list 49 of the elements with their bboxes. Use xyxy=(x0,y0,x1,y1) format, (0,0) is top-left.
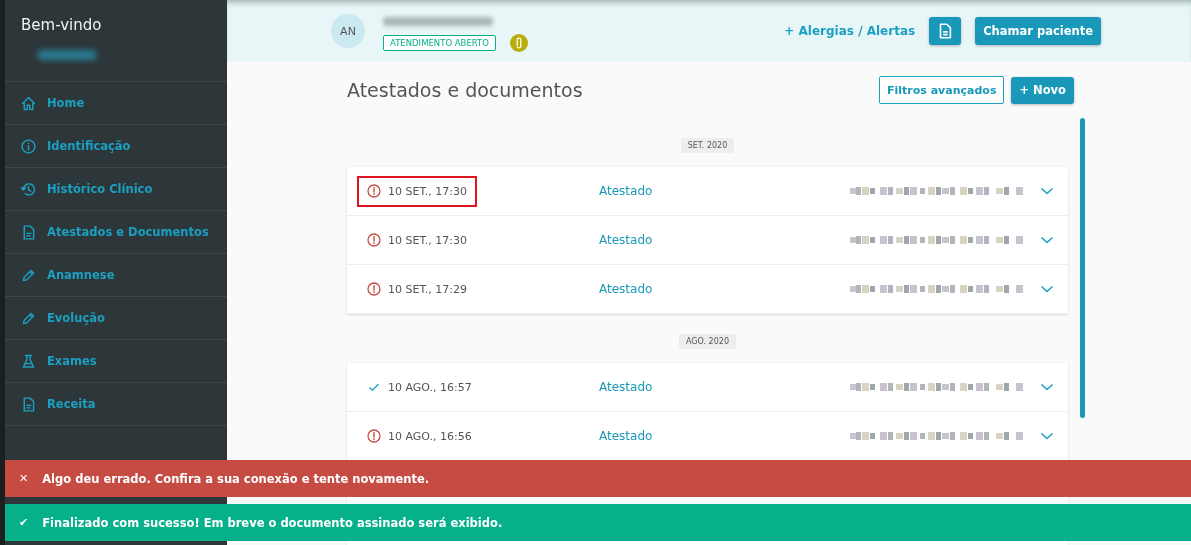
welcome-title: Bem-vindo xyxy=(21,16,103,34)
blurred-user-name xyxy=(37,50,97,60)
document-date: 10 SET., 17:29 xyxy=(388,282,468,296)
chevron-down-icon[interactable] xyxy=(1040,431,1054,441)
chevron-down-icon[interactable] xyxy=(1040,284,1054,294)
sidebar-item[interactable]: Home xyxy=(5,82,227,125)
document-date: 10 AGO., 16:57 xyxy=(388,380,472,394)
document-row[interactable]: 10 SET., 17:30 Atestado xyxy=(347,167,1068,216)
document-date: 10 AGO., 16:56 xyxy=(388,429,472,443)
sidebar-item[interactable]: Atestados e Documentos xyxy=(5,211,227,254)
toast-message: Finalizado com sucesso! Em breve o documento assinado será exibido. xyxy=(42,515,503,530)
toast-message: Algo deu errado. Confira a sua conexão e tente novamente. xyxy=(42,471,430,486)
history-icon xyxy=(20,180,37,198)
advanced-filters-button[interactable]: Filtros avançados xyxy=(879,76,1005,104)
chevron-down-icon[interactable] xyxy=(1040,235,1054,245)
document-type: Atestado xyxy=(599,233,653,247)
sidebar-item[interactable]: Histórico Clínico xyxy=(5,168,227,211)
new-button[interactable]: + Novo xyxy=(1011,76,1074,104)
document-type: Atestado xyxy=(599,184,653,198)
document-type: Atestado xyxy=(599,380,653,394)
sidebar-item[interactable]: Exames xyxy=(5,340,227,383)
home-icon xyxy=(20,94,37,112)
page-title: Atestados e documentos xyxy=(347,79,583,101)
chevron-down-icon[interactable] xyxy=(1040,186,1054,196)
scrollbar[interactable] xyxy=(1080,118,1085,418)
info-icon xyxy=(20,137,37,155)
sidebar-item[interactable]: Receita xyxy=(5,383,227,426)
month-label: AGO. 2020 xyxy=(679,334,736,349)
sidebar-item[interactable]: Identificação xyxy=(5,125,227,168)
paperclip-icon[interactable] xyxy=(509,33,528,52)
document-date: 10 SET., 17:30 xyxy=(388,233,468,247)
sidebar-item[interactable]: Evolução xyxy=(5,297,227,340)
check-icon: ✔ xyxy=(19,516,29,529)
call-patient-button[interactable]: Chamar paciente xyxy=(975,17,1101,45)
document-type: Atestado xyxy=(599,429,653,443)
document-row[interactable]: 10 SET., 17:29 Atestado xyxy=(347,265,1068,314)
document-row[interactable]: 10 SET., 17:30 Atestado xyxy=(347,216,1068,265)
chevron-down-icon[interactable] xyxy=(1040,382,1054,392)
document-row[interactable]: 10 AGO., 16:57 Atestado xyxy=(347,363,1068,412)
patient-avatar: AN xyxy=(331,14,365,48)
close-icon: ✕ xyxy=(19,472,29,485)
status-badge: ATENDIMENTO ABERTO xyxy=(383,34,496,51)
month-label: SET. 2020 xyxy=(680,138,735,153)
sidebar-item[interactable]: Anamnese xyxy=(5,254,227,297)
document-button[interactable] xyxy=(929,17,962,45)
flask-icon xyxy=(20,352,37,370)
allergies-link[interactable]: + Alergias / Alertas xyxy=(784,24,916,38)
document-type: Atestado xyxy=(599,282,653,296)
document-date: 10 SET., 17:30 xyxy=(388,184,468,198)
